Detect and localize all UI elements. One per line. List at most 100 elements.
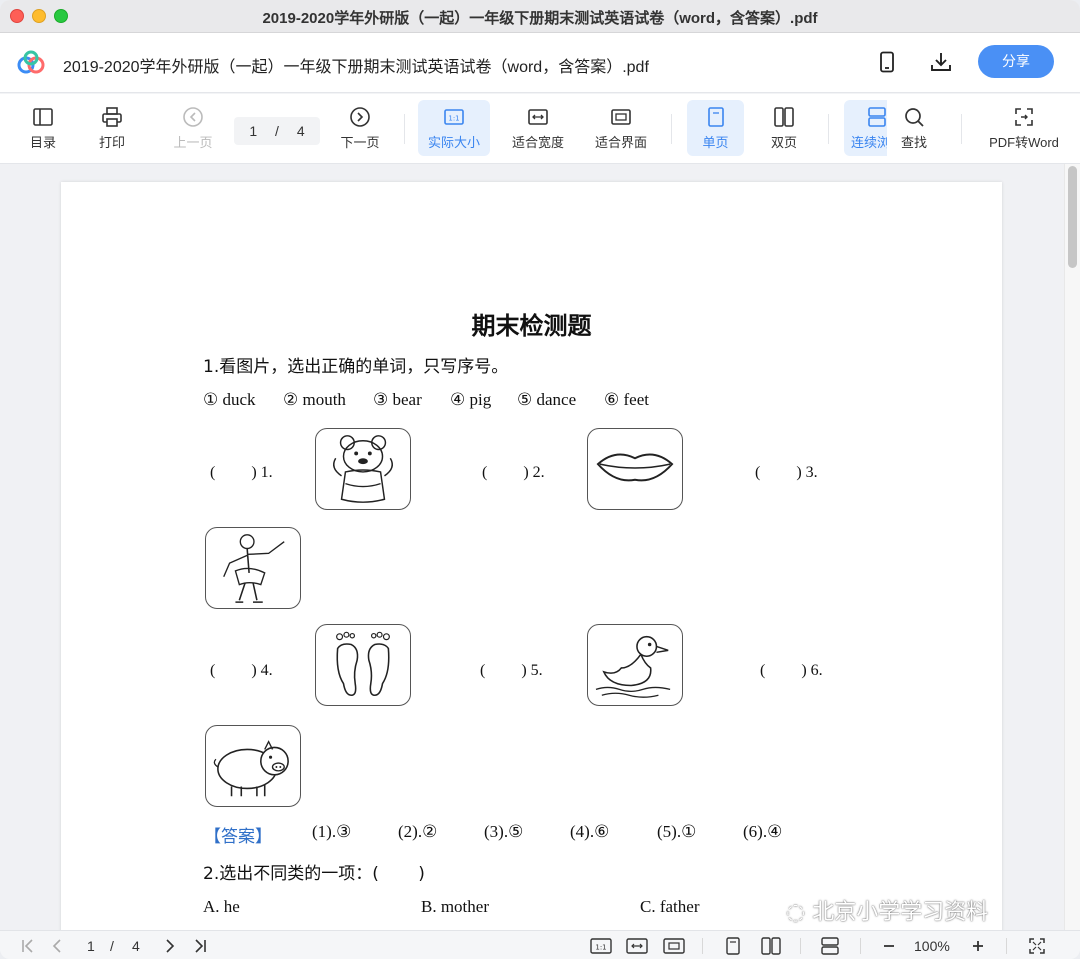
single-page-icon[interactable] xyxy=(724,936,742,956)
answer-blank-4: ( ) 4. xyxy=(210,662,273,679)
fit-screen-icon[interactable] xyxy=(663,936,685,956)
phone-icon[interactable] xyxy=(875,50,899,74)
fit-screen-label: 适合界面 xyxy=(594,135,647,150)
answer-blank-1: ( ) 1. xyxy=(210,464,273,481)
single-page-button[interactable]: 单页 xyxy=(687,100,744,156)
mouth-picture xyxy=(587,428,683,510)
toc-label: 目录 xyxy=(29,135,56,150)
pdf-to-word-button[interactable]: PDF转Word xyxy=(980,100,1068,156)
question-1-instruction: 1.看图片，选出正确的单词，只写序号。 xyxy=(203,357,509,377)
app-logo-icon xyxy=(17,50,45,74)
single-page-label: 单页 xyxy=(702,135,729,150)
choice-b: B. mother xyxy=(421,897,489,916)
continuous-scroll-button[interactable]: 连续浏 xyxy=(844,100,887,156)
actual-size-button[interactable]: 1:1 实际大小 xyxy=(418,100,490,156)
duck-icon xyxy=(595,635,671,698)
answer-blank-3: ( ) 3. xyxy=(755,464,818,481)
prev-page-label: 上一页 xyxy=(173,135,213,150)
print-button[interactable]: 打印 xyxy=(85,100,139,156)
svg-text:1:1: 1:1 xyxy=(595,944,606,952)
bottom-divider xyxy=(800,938,801,954)
page-indicator[interactable]: 1 / 4 xyxy=(234,117,320,145)
share-button[interactable]: 分享 xyxy=(978,45,1054,78)
bottom-bar: 1 / 4 1:1 100% xyxy=(0,930,1080,959)
app-window: 2019-2020学年外研版（一起）一年级下册期末测试英语试卷（word，含答案… xyxy=(0,0,1080,959)
first-page-icon[interactable] xyxy=(20,936,36,956)
continuous-scroll-icon[interactable] xyxy=(820,936,840,956)
option-mouth: ② mouth xyxy=(283,390,346,409)
answer-5: (5).① xyxy=(657,822,697,841)
title-bar: 2019-2020学年外研版（一起）一年级下册期末测试英语试卷（word，含答案… xyxy=(0,0,1080,33)
chevron-left-icon[interactable] xyxy=(50,936,64,956)
option-bear: ③ bear xyxy=(373,390,422,409)
chevron-left-circle-icon xyxy=(183,107,203,127)
fullscreen-icon[interactable] xyxy=(1028,936,1046,956)
toc-button[interactable]: 目录 xyxy=(16,100,70,156)
answer-label: 【答案】 xyxy=(204,827,272,847)
sidebar-icon xyxy=(33,108,53,126)
download-icon[interactable] xyxy=(929,50,953,74)
feet-picture xyxy=(315,624,411,706)
continuous-scroll-icon xyxy=(868,107,886,127)
vertical-scrollbar[interactable] xyxy=(1064,164,1080,930)
question-2-instruction: 2.选出不同类的一项：( ) xyxy=(203,864,425,884)
chevron-right-icon[interactable] xyxy=(163,936,177,956)
bottom-divider xyxy=(702,938,703,954)
single-page-icon xyxy=(707,107,724,127)
choice-a: A. he xyxy=(203,897,240,916)
page-heading: 期末检测题 xyxy=(471,312,592,340)
choice-c: C. father xyxy=(640,897,700,916)
double-page-icon[interactable] xyxy=(760,936,782,956)
next-page-label: 下一页 xyxy=(340,135,380,150)
mouth-icon xyxy=(596,453,674,482)
chevron-right-circle-icon xyxy=(350,107,370,127)
double-page-label: 双页 xyxy=(770,135,797,150)
zoom-in-icon[interactable] xyxy=(971,936,985,956)
fit-screen-icon xyxy=(611,109,631,125)
toolbar-divider xyxy=(961,114,962,144)
answer-6: (6).④ xyxy=(743,822,783,841)
window-title: 2019-2020学年外研版（一起）一年级下册期末测试英语试卷（word，含答案… xyxy=(262,10,818,27)
answer-1: (1).③ xyxy=(312,822,352,841)
page-total: 4 xyxy=(296,123,305,139)
actual-size-icon[interactable]: 1:1 xyxy=(590,936,612,956)
pig-picture xyxy=(205,725,301,807)
bottom-page-separator: / xyxy=(110,938,114,954)
option-dance: ⑤ dance xyxy=(517,390,577,409)
find-label: 查找 xyxy=(900,135,927,150)
actual-size-label: 实际大小 xyxy=(427,135,480,150)
search-icon xyxy=(905,108,924,127)
option-feet: ⑥ feet xyxy=(604,390,649,409)
answer-3: (3).⑤ xyxy=(484,822,524,841)
prev-page-button[interactable]: 上一页 xyxy=(164,100,222,156)
fit-width-button[interactable]: 适合宽度 xyxy=(502,100,574,156)
printer-icon xyxy=(102,107,122,127)
find-button[interactable]: 查找 xyxy=(890,100,938,156)
pig-icon xyxy=(213,740,289,797)
answer-2: (2).② xyxy=(398,822,438,841)
fit-width-icon[interactable] xyxy=(626,936,648,956)
double-page-button[interactable]: 双页 xyxy=(756,100,812,156)
fit-screen-button[interactable]: 适合界面 xyxy=(586,100,656,156)
scrollbar-thumb[interactable] xyxy=(1068,166,1077,268)
next-page-button[interactable]: 下一页 xyxy=(331,100,389,156)
last-page-icon[interactable] xyxy=(192,936,208,956)
page-separator: / xyxy=(275,123,279,139)
feet-icon xyxy=(336,631,390,697)
double-page-icon xyxy=(774,107,794,127)
zoom-level[interactable]: 100% xyxy=(914,936,950,956)
bottom-divider xyxy=(860,938,861,954)
svg-text:1:1: 1:1 xyxy=(448,115,459,123)
bear-picture xyxy=(315,428,411,510)
zoom-out-icon[interactable] xyxy=(882,936,896,956)
document-viewport[interactable]: 期末检测题 1.看图片，选出正确的单词，只写序号。 ① duck ② mouth… xyxy=(0,164,1080,930)
bottom-page-current[interactable]: 1 xyxy=(87,936,95,956)
answer-blank-2: ( ) 2. xyxy=(482,464,545,481)
toolbar-divider xyxy=(404,114,405,144)
answer-4: (4).⑥ xyxy=(570,822,610,841)
toolbar-divider xyxy=(671,114,672,144)
wechat-icon: ◌ xyxy=(786,900,806,925)
watermark: ◌ 北京小学学习资料 xyxy=(786,894,988,926)
toolbar-divider xyxy=(828,114,829,144)
document-title: 2019-2020学年外研版（一起）一年级下册期末测试英语试卷（word，含答案… xyxy=(63,59,649,76)
